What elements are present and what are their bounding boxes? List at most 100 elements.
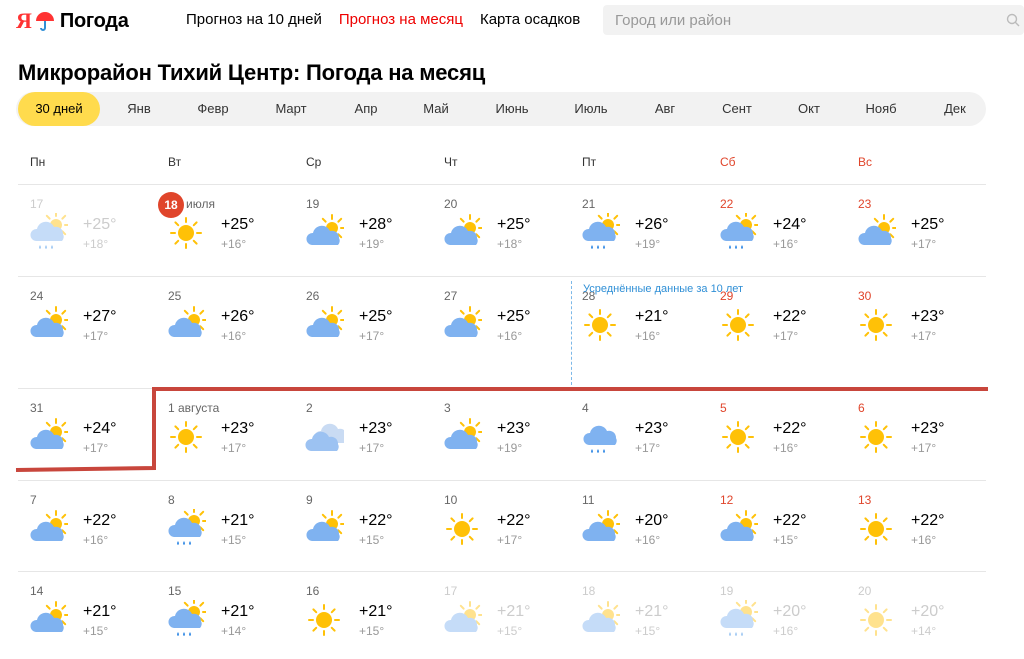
day-cell[interactable]: 19 +28° +19° xyxy=(294,185,432,276)
month-tab[interactable]: Май xyxy=(423,92,448,126)
day-temperature: +22° xyxy=(773,512,807,529)
day-temperature: +21° xyxy=(83,603,117,620)
night-temperature: +15° xyxy=(221,533,247,547)
night-temperature: +14° xyxy=(221,624,247,638)
day-cell[interactable]: 24 +27° +17° xyxy=(18,277,156,368)
weekday-header: Пн xyxy=(30,155,46,169)
day-cell[interactable]: 20 +25° +18° xyxy=(432,185,570,276)
day-cell[interactable]: 22 +24° +16° xyxy=(708,185,846,276)
night-temperature: +17° xyxy=(83,441,109,455)
sun-icon xyxy=(722,309,754,341)
day-cell[interactable]: 17 +25° +18° xyxy=(18,185,156,276)
day-cell[interactable]: 11 +20° +16° xyxy=(570,481,708,572)
day-cell[interactable]: 5 +22° +16° xyxy=(708,389,846,480)
day-cell[interactable]: 20 +20° +14° xyxy=(846,572,984,659)
day-date: 31 xyxy=(30,401,44,415)
cloud-sun-icon xyxy=(858,214,896,245)
day-temperature: +23° xyxy=(635,420,669,437)
month-tab[interactable]: Март xyxy=(275,92,306,126)
day-cell[interactable]: 23 +25° +17° xyxy=(846,185,984,276)
weekday-header: Сб xyxy=(720,155,736,169)
day-date: 16 xyxy=(306,584,320,598)
day-cell[interactable]: 15 +21° +14° xyxy=(156,572,294,659)
day-cell[interactable]: 19 +20° +16° xyxy=(708,572,846,659)
day-cell[interactable]: 1 августа +23° +17° xyxy=(156,389,294,480)
search-input[interactable] xyxy=(603,5,1024,35)
month-tab[interactable]: Февр xyxy=(197,92,228,126)
night-temperature: +16° xyxy=(497,329,523,343)
nav-forecast-month[interactable]: Прогноз на месяц xyxy=(339,11,463,28)
day-date: июля xyxy=(186,197,215,211)
night-temperature: +18° xyxy=(83,237,109,251)
sun-icon xyxy=(722,421,754,453)
day-date: 4 xyxy=(582,401,589,415)
night-temperature: +15° xyxy=(359,533,385,547)
nav-precipitation-map[interactable]: Карта осадков xyxy=(480,11,580,28)
day-cell[interactable]: 2 +23° +17° xyxy=(294,389,432,480)
month-tab[interactable]: Апр xyxy=(355,92,378,126)
day-date: 17 xyxy=(30,197,44,211)
cloud-sun-icon xyxy=(30,418,68,449)
day-cell[interactable]: 17 +21° +15° xyxy=(432,572,570,659)
day-cell[interactable]: 16 +21° +15° xyxy=(294,572,432,659)
day-temperature: +27° xyxy=(83,308,117,325)
cloud-sun-icon xyxy=(306,306,344,337)
night-temperature: +15° xyxy=(635,624,661,638)
day-date: 13 xyxy=(858,493,872,507)
day-temperature: +21° xyxy=(497,603,531,620)
day-cell[interactable]: 25 +26° +16° xyxy=(156,277,294,368)
day-date: 8 xyxy=(168,493,175,507)
day-cell[interactable]: 26 +25° +17° xyxy=(294,277,432,368)
sun-icon xyxy=(170,217,202,249)
day-temperature: +23° xyxy=(359,420,393,437)
day-cell[interactable]: 3 +23° +19° xyxy=(432,389,570,480)
today-badge: 18 xyxy=(158,192,184,218)
day-cell[interactable]: 31 +24° +17° xyxy=(18,389,156,480)
day-date: 5 xyxy=(720,401,727,415)
night-temperature: +17° xyxy=(773,329,799,343)
day-cell[interactable]: 27 +25° +16° xyxy=(432,277,570,368)
month-tab[interactable]: Июль xyxy=(574,92,607,126)
day-cell[interactable]: 7 +22° +16° xyxy=(18,481,156,572)
cloud-sun-icon xyxy=(444,601,482,632)
month-tab[interactable]: Сент xyxy=(722,92,752,126)
day-temperature: +22° xyxy=(911,512,945,529)
day-cell[interactable]: 10 +22° +17° xyxy=(432,481,570,572)
day-cell[interactable]: 9 +22° +15° xyxy=(294,481,432,572)
day-date: 15 xyxy=(168,584,182,598)
month-tab[interactable]: Дек xyxy=(944,92,966,126)
top-bar: Я Погода Прогноз на 10 дней Прогноз на м… xyxy=(0,0,1024,42)
night-temperature: +19° xyxy=(497,441,523,455)
day-temperature: +23° xyxy=(221,420,255,437)
rain-cloud-sun-icon xyxy=(30,213,68,249)
day-cell[interactable]: 4 +23° +17° xyxy=(570,389,708,480)
month-tab[interactable]: Янв xyxy=(127,92,150,126)
day-cell[interactable]: 21 +26° +19° xyxy=(570,185,708,276)
day-date: 14 xyxy=(30,584,44,598)
day-cell[interactable]: 18 +21° +15° xyxy=(570,572,708,659)
day-date: 23 xyxy=(858,197,872,211)
month-tab[interactable]: Нояб xyxy=(865,92,896,126)
page-title: Микрорайон Тихий Центр: Погода на месяц xyxy=(18,60,486,85)
day-cell[interactable]: 30 +23° +17° xyxy=(846,277,984,368)
cloud-sun-icon xyxy=(30,306,68,337)
nav-forecast-10-days[interactable]: Прогноз на 10 дней xyxy=(186,11,322,28)
umbrella-icon xyxy=(35,12,54,31)
cloud-sun-icon xyxy=(582,510,620,541)
night-temperature: +17° xyxy=(83,329,109,343)
day-cell[interactable]: 13 +22° +16° xyxy=(846,481,984,572)
search-icon[interactable] xyxy=(1006,13,1020,27)
month-tab[interactable]: 30 дней xyxy=(18,92,100,126)
day-cell[interactable]: 14 +21° +15° xyxy=(18,572,156,659)
day-cell[interactable]: 6 +23° +17° xyxy=(846,389,984,480)
month-tab[interactable]: Июнь xyxy=(495,92,528,126)
night-temperature: +19° xyxy=(359,237,385,251)
month-tabs: 30 дней Янв Февр Март Апр Май Июнь Июль Авг Сент О… xyxy=(16,92,986,126)
day-cell[interactable]: 8 +21° +15° xyxy=(156,481,294,572)
day-temperature: +23° xyxy=(911,420,945,437)
day-cell[interactable]: 12 +22° +15° xyxy=(708,481,846,572)
month-tab[interactable]: Окт xyxy=(798,92,820,126)
month-tab[interactable]: Авг xyxy=(655,92,675,126)
logo[interactable]: Я Погода xyxy=(16,8,129,34)
day-date: 21 xyxy=(582,197,596,211)
